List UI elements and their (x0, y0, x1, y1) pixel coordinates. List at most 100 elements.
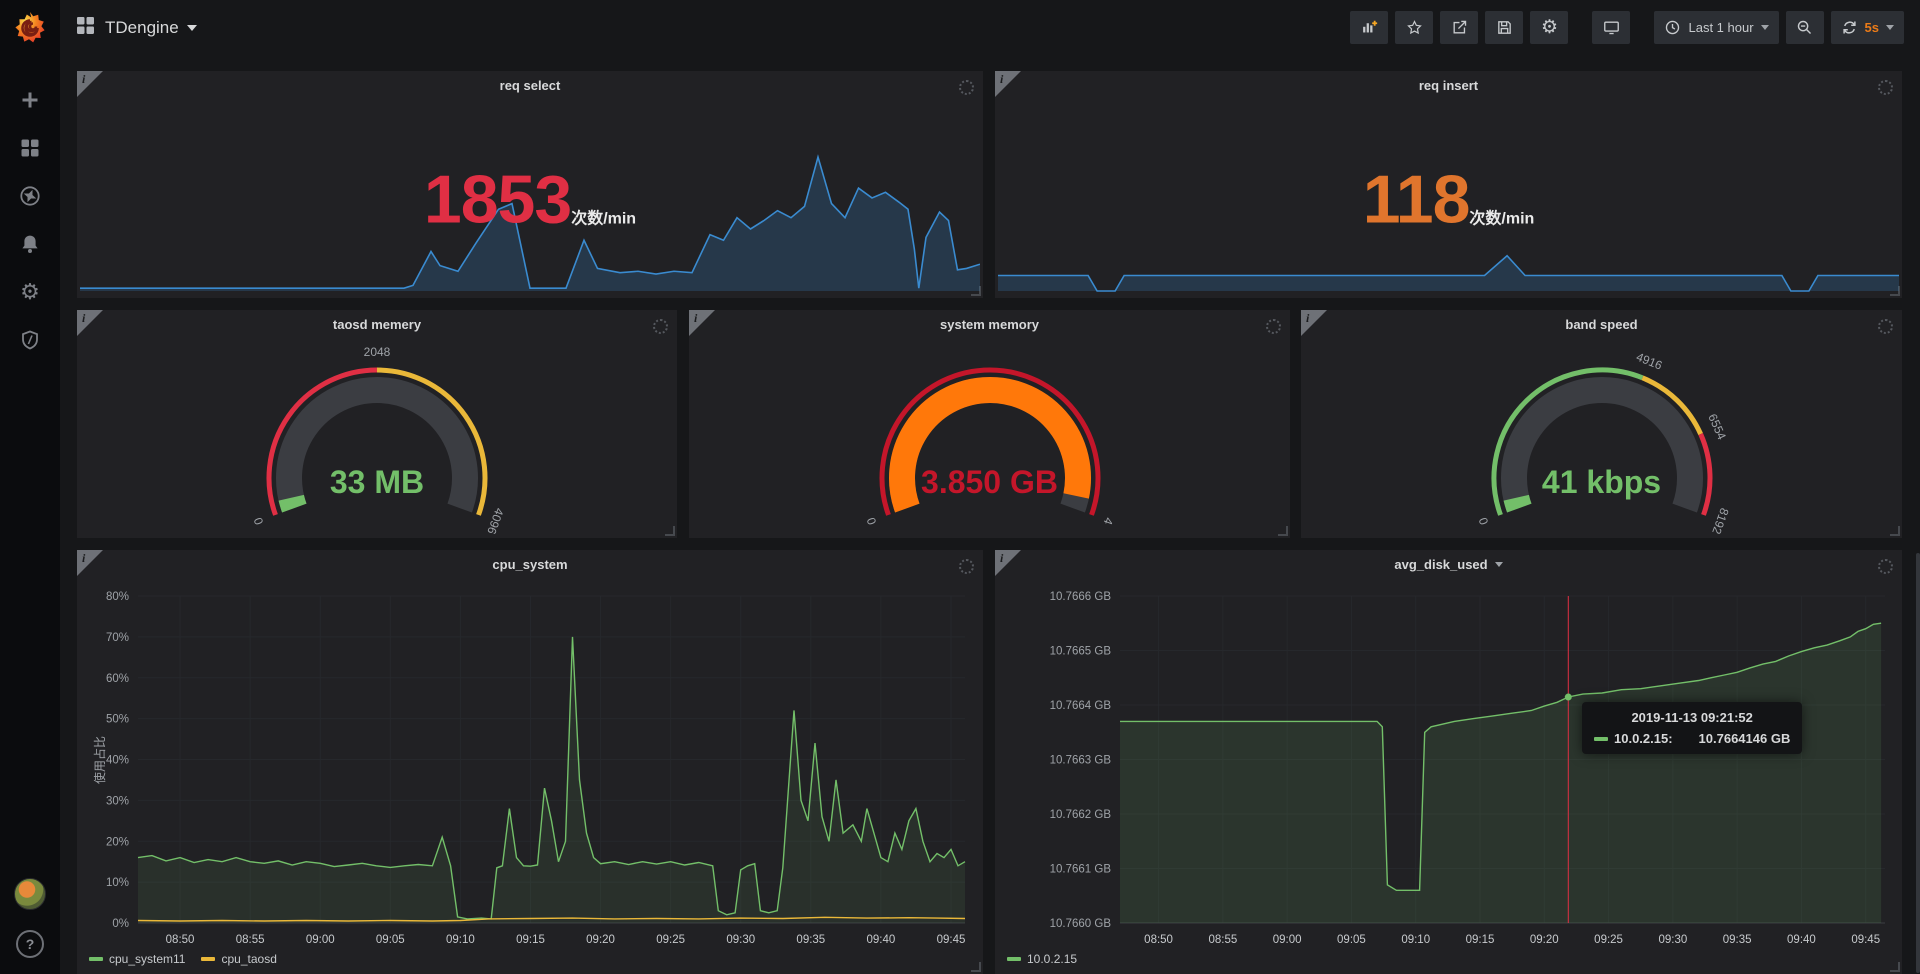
band-speed-gauge[interactable]: 41 kbps 0491665548192 (1301, 338, 1902, 538)
time-range-picker[interactable]: Last 1 hour (1654, 11, 1778, 44)
cpu-usage-chart[interactable]: 0%10%20%30%40%50%60%70%80%08:5008:5509:0… (77, 578, 983, 960)
svg-text:08:55: 08:55 (1208, 934, 1237, 946)
loading-spinner-icon (1266, 319, 1281, 334)
panel-taosd-memory: i taosd memery 33 MB 020484096 (77, 310, 677, 538)
svg-text:0: 0 (1475, 515, 1491, 526)
panel-system-memory: i system memory 3.850 GB 04 (689, 310, 1290, 538)
zoom-out-button[interactable] (1786, 11, 1824, 44)
star-icon (1406, 19, 1423, 36)
svg-text:20%: 20% (106, 836, 129, 848)
dashboards-icon[interactable] (18, 136, 42, 160)
add-panel-button[interactable] (1350, 11, 1388, 44)
panel-title[interactable]: band speed (1301, 310, 1902, 338)
system-memory-gauge[interactable]: 3.850 GB 04 (689, 338, 1290, 538)
settings-button[interactable]: ⚙ (1530, 11, 1568, 44)
panel-info-corner[interactable]: i (77, 71, 103, 97)
dashboard-title-dropdown[interactable]: TDengine (105, 18, 197, 38)
server-admin-shield-icon[interactable] (18, 328, 42, 352)
panel-req-select: i req select 1853次数/min (77, 71, 983, 298)
grafana-logo-icon (12, 10, 48, 46)
svg-text:09:10: 09:10 (446, 934, 475, 946)
chart-tooltip: 2019-11-13 09:21:52 10.0.2.15: 10.766414… (1582, 702, 1802, 754)
svg-text:10.7665 GB: 10.7665 GB (1050, 646, 1112, 658)
svg-text:10.7662 GB: 10.7662 GB (1050, 809, 1112, 821)
sidebar: ⚙ ? (0, 0, 60, 974)
legend-item[interactable]: 10.0.2.15 (1007, 952, 1077, 966)
panel-title[interactable]: cpu_system (77, 550, 983, 578)
refresh-icon (1841, 19, 1858, 36)
panel-info-corner[interactable]: i (1301, 310, 1327, 336)
svg-text:30%: 30% (106, 795, 129, 807)
chevron-down-icon (1761, 25, 1769, 30)
legend-color-dash (201, 957, 215, 961)
panel-resize-handle[interactable] (1890, 962, 1900, 972)
loading-spinner-icon (1878, 319, 1893, 334)
gear-icon: ⚙ (1541, 18, 1558, 37)
svg-text:09:05: 09:05 (1337, 934, 1366, 946)
help-icon[interactable]: ? (16, 930, 44, 958)
panel-title[interactable]: taosd memery (77, 310, 677, 338)
legend-item[interactable]: cpu_taosd (201, 952, 276, 966)
avg-disk-used-chart[interactable]: 10.7660 GB10.7661 GB10.7662 GB10.7663 GB… (995, 578, 1902, 960)
dashboard-grid-icon[interactable] (76, 16, 95, 40)
svg-text:8192: 8192 (1709, 506, 1731, 536)
panel-resize-handle[interactable] (665, 526, 675, 536)
svg-text:09:35: 09:35 (1723, 934, 1752, 946)
zoom-out-icon (1796, 19, 1813, 36)
grafana-logo[interactable] (0, 0, 60, 56)
svg-text:09:45: 09:45 (1851, 934, 1880, 946)
tooltip-series-name: 10.0.2.15: (1614, 731, 1673, 746)
panel-title[interactable]: system memory (689, 310, 1290, 338)
loading-spinner-icon (653, 319, 668, 334)
panel-title[interactable]: avg_disk_used (995, 550, 1902, 578)
svg-text:4916: 4916 (1634, 350, 1664, 373)
panel-req-insert: i req insert 118次数/min (995, 71, 1902, 298)
svg-text:09:15: 09:15 (1466, 934, 1495, 946)
req-select-sparkline[interactable] (80, 145, 980, 295)
user-avatar[interactable] (14, 878, 46, 910)
panel-resize-handle[interactable] (971, 962, 981, 972)
svg-text:4: 4 (1100, 516, 1116, 527)
svg-text:09:20: 09:20 (586, 934, 615, 946)
share-icon (1451, 19, 1468, 36)
svg-text:08:50: 08:50 (166, 934, 195, 946)
panel-info-corner[interactable]: i (689, 310, 715, 336)
tooltip-series-dash (1594, 737, 1608, 741)
legend-item[interactable]: cpu_system11 (89, 952, 185, 966)
star-button[interactable] (1395, 11, 1433, 44)
panel-info-corner[interactable]: i (995, 550, 1021, 576)
chevron-down-icon (187, 25, 197, 31)
tv-mode-button[interactable] (1592, 11, 1630, 44)
svg-text:09:00: 09:00 (1273, 934, 1302, 946)
panel-title[interactable]: req select (77, 71, 983, 99)
save-button[interactable] (1485, 11, 1523, 44)
req-insert-sparkline[interactable] (998, 145, 1899, 295)
alerting-icon[interactable] (18, 232, 42, 256)
svg-text:09:30: 09:30 (726, 934, 755, 946)
taosd-memory-gauge[interactable]: 33 MB 020484096 (77, 338, 677, 538)
svg-text:09:25: 09:25 (656, 934, 685, 946)
create-icon[interactable] (18, 88, 42, 112)
panel-title[interactable]: req insert (995, 71, 1902, 99)
panel-info-corner[interactable]: i (77, 310, 103, 336)
configuration-gear-icon[interactable]: ⚙ (18, 280, 42, 304)
panel-info-corner[interactable]: i (77, 550, 103, 576)
scrollbar-thumb[interactable] (1916, 553, 1920, 973)
y-axis-label: 使用占比 (91, 736, 108, 784)
svg-text:10.7664 GB: 10.7664 GB (1050, 700, 1112, 712)
add-panel-icon (1361, 19, 1378, 36)
panel-resize-handle[interactable] (1278, 526, 1288, 536)
svg-text:10.7661 GB: 10.7661 GB (1050, 864, 1112, 876)
clock-icon (1664, 19, 1681, 36)
tooltip-timestamp: 2019-11-13 09:21:52 (1594, 710, 1790, 725)
panel-resize-handle[interactable] (1890, 526, 1900, 536)
svg-text:09:40: 09:40 (867, 934, 896, 946)
save-icon (1496, 19, 1513, 36)
share-button[interactable] (1440, 11, 1478, 44)
panel-info-corner[interactable]: i (995, 71, 1021, 97)
navbar: TDengine (60, 0, 1920, 55)
svg-text:08:55: 08:55 (236, 934, 265, 946)
explore-icon[interactable] (18, 184, 42, 208)
legend-color-dash (1007, 957, 1021, 961)
refresh-button-group[interactable]: 5s (1831, 11, 1904, 44)
